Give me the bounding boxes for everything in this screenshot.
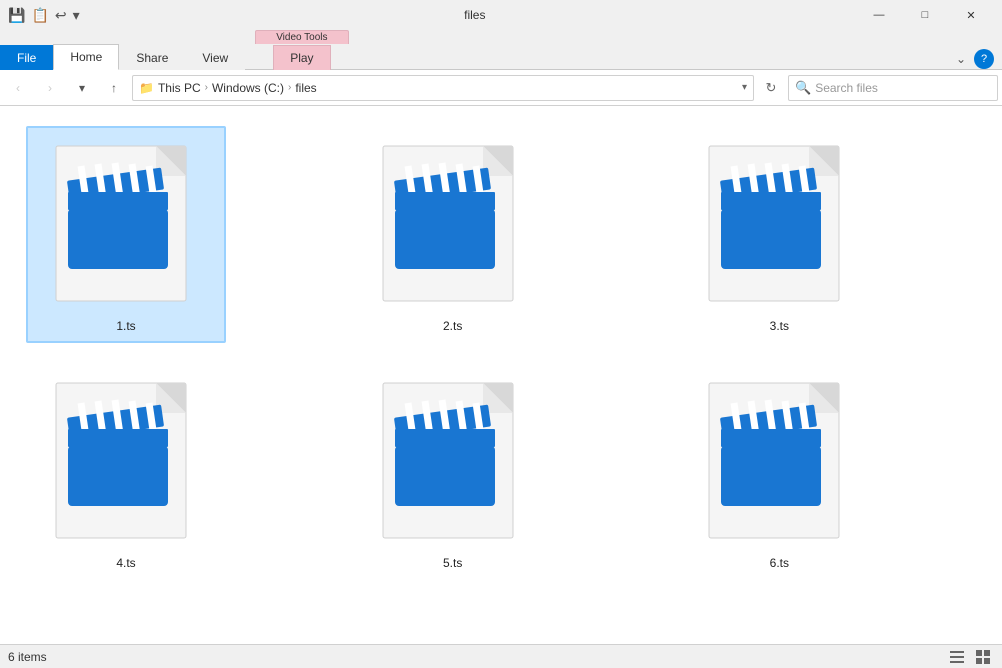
video-tools-label: Video Tools — [255, 30, 348, 44]
minimize-button[interactable]: — — [856, 0, 902, 30]
file-item-6[interactable]: 6.ts — [679, 363, 879, 580]
sep2: › — [288, 82, 291, 93]
chevron-icon[interactable]: ⌄ — [956, 52, 966, 66]
file-item-4[interactable]: 4.ts — [26, 363, 226, 580]
undo-icon[interactable]: ↩ — [55, 7, 67, 24]
video-tools-section: Video Tools Play — [255, 30, 348, 69]
forward-button[interactable]: › — [36, 74, 64, 102]
file-icon-1 — [46, 136, 206, 311]
file-name-1: 1.ts — [116, 319, 135, 333]
file-name-6: 6.ts — [770, 556, 789, 570]
address-box[interactable]: 📁 This PC › Windows (C:) › files ▾ — [132, 75, 754, 101]
search-icon: 🔍 — [795, 80, 811, 96]
files-grid: 1.ts 2.ts 3.ts — [16, 116, 986, 590]
title-bar: 💾 📋 ↩ ▾ files — □ ✕ — [0, 0, 1002, 30]
view-controls — [946, 647, 994, 667]
close-button[interactable]: ✕ — [948, 0, 994, 30]
item-count: 6 items — [8, 650, 47, 664]
help-button[interactable]: ? — [974, 49, 994, 69]
grid-view-button[interactable] — [972, 647, 994, 667]
file-icon-2 — [373, 136, 533, 311]
ribbon-tabs: File Home Share View Video Tools Play ⌄ … — [0, 30, 1002, 70]
file-name-4: 4.ts — [116, 556, 135, 570]
file-item-2[interactable]: 2.ts — [353, 126, 553, 343]
tab-view[interactable]: View — [185, 45, 245, 70]
properties-icon[interactable]: 📋 — [31, 7, 48, 24]
tab-play[interactable]: Play — [273, 45, 330, 70]
sep1: › — [205, 82, 208, 93]
file-icon-4 — [46, 373, 206, 548]
file-icon-3 — [699, 136, 859, 311]
tab-file[interactable]: File — [0, 45, 53, 70]
breadcrumb: 📁 This PC › Windows (C:) › files — [139, 81, 317, 95]
breadcrumb-folder-icon: 📁 — [139, 81, 154, 95]
search-box[interactable]: 🔍 Search files — [788, 75, 998, 101]
file-item-5[interactable]: 5.ts — [353, 363, 553, 580]
dropdown-icon[interactable]: ▾ — [73, 7, 80, 24]
file-name-2: 2.ts — [443, 319, 462, 333]
breadcrumb-pc[interactable]: This PC — [158, 81, 201, 95]
up-button[interactable]: ↑ — [100, 74, 128, 102]
file-name-5: 5.ts — [443, 556, 462, 570]
file-icon-6 — [699, 373, 859, 548]
window-title: files — [94, 8, 856, 22]
file-item-1[interactable]: 1.ts — [26, 126, 226, 343]
address-bar: ‹ › ▾ ↑ 📁 This PC › Windows (C:) › files… — [0, 70, 1002, 106]
breadcrumb-drive[interactable]: Windows (C:) — [212, 81, 284, 95]
refresh-button[interactable]: ↻ — [758, 75, 784, 101]
tab-share[interactable]: Share — [119, 45, 185, 70]
file-icon-5 — [373, 373, 533, 548]
list-view-button[interactable] — [946, 647, 968, 667]
back-button[interactable]: ‹ — [4, 74, 32, 102]
tab-home[interactable]: Home — [53, 44, 119, 70]
status-bar: 6 items — [0, 644, 1002, 668]
breadcrumb-files[interactable]: files — [295, 81, 316, 95]
main-content: 1.ts 2.ts 3.ts — [0, 106, 1002, 644]
address-dropdown-icon[interactable]: ▾ — [742, 82, 747, 93]
file-item-3[interactable]: 3.ts — [679, 126, 879, 343]
maximize-button[interactable]: □ — [902, 0, 948, 30]
file-name-3: 3.ts — [770, 319, 789, 333]
recent-locations-button[interactable]: ▾ — [68, 74, 96, 102]
save-icon[interactable]: 💾 — [8, 7, 25, 24]
search-placeholder: Search files — [815, 81, 878, 95]
